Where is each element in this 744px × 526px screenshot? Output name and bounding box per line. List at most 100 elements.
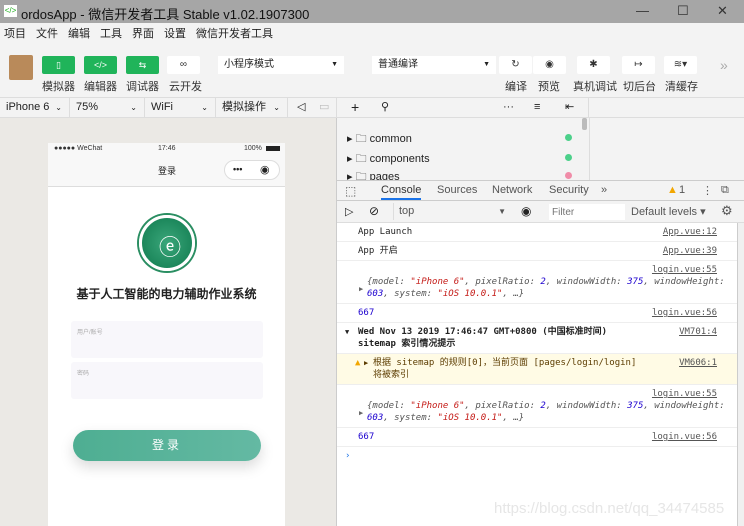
- source-link[interactable]: VM701:4: [679, 326, 717, 338]
- kebab-menu-icon[interactable]: ⋮: [702, 184, 713, 197]
- context-select[interactable]: top ▼: [393, 203, 508, 220]
- status-dot: [565, 172, 572, 179]
- source-link[interactable]: login.vue:55: [652, 388, 717, 400]
- status-bar: ●●●●● WeChat 17:46 100%: [48, 143, 285, 155]
- network-select[interactable]: WiFi ⌄: [145, 98, 216, 117]
- app-logo-icon: </>: [4, 5, 17, 17]
- cloud-button[interactable]: ∞: [167, 56, 200, 74]
- mode-select[interactable]: 小程序模式 ▼: [218, 56, 344, 74]
- maximize-icon[interactable]: ☐: [677, 3, 689, 19]
- search-icon[interactable]: ⚲: [375, 98, 405, 117]
- simulator-panel: ●●●●● WeChat 17:46 100% 登录 ••• ◉ ⓔ 基于人工智…: [0, 118, 337, 526]
- collapse-icon[interactable]: ≡: [528, 98, 553, 117]
- layers-icon[interactable]: ≋▾: [664, 56, 697, 74]
- source-link[interactable]: App.vue:12: [663, 226, 717, 238]
- preview-label: 预览: [538, 81, 560, 93]
- app-title: 基于人工智能的电力辅助作业系统: [76, 287, 257, 301]
- devtools-tabs: ⬚ Console Sources Network Security » ▲ 1…: [337, 180, 744, 201]
- more-icon[interactable]: ···: [497, 98, 522, 117]
- operation-select[interactable]: 模拟操作 ⌄: [216, 98, 288, 117]
- eye-icon[interactable]: ◉: [533, 56, 566, 74]
- log-row: App 开启 App.vue:39: [337, 242, 737, 261]
- menu-file[interactable]: 文件: [36, 23, 58, 45]
- background-icon[interactable]: ↦: [622, 56, 655, 74]
- compile-mode-select[interactable]: 普通编译 ▼: [372, 56, 496, 74]
- levels-select[interactable]: Default levels ▾: [631, 205, 706, 218]
- window-icon[interactable]: ▭: [313, 98, 337, 117]
- status-dot: [565, 154, 572, 161]
- warning-count[interactable]: 1: [679, 184, 685, 196]
- login-button[interactable]: 登录: [73, 430, 261, 461]
- eye-icon[interactable]: ◉: [521, 204, 531, 218]
- warning-icon[interactable]: ▲: [667, 184, 678, 196]
- log-row: 667 login.vue:56: [337, 304, 737, 323]
- avatar[interactable]: [9, 55, 33, 80]
- refresh-icon[interactable]: ↻: [499, 56, 532, 74]
- password-input[interactable]: 密码: [71, 362, 263, 399]
- scrollbar[interactable]: [582, 118, 587, 130]
- settings-gear-icon[interactable]: ⚙: [721, 203, 733, 219]
- sidebar-toggle-icon[interactable]: ▷: [345, 205, 353, 218]
- more-tabs-icon[interactable]: »: [601, 184, 607, 196]
- log-group[interactable]: ▼ Wed Nov 13 2019 17:46:47 GMT+0800 (中国标准…: [337, 323, 737, 354]
- tab-security[interactable]: Security: [549, 184, 589, 196]
- scrollbar[interactable]: [737, 223, 744, 526]
- source-link[interactable]: login.vue:56: [652, 431, 717, 443]
- volume-icon[interactable]: ◁: [291, 98, 313, 117]
- zoom-select[interactable]: 75% ⌄: [70, 98, 145, 117]
- capsule-menu[interactable]: ••• ◉: [224, 160, 280, 180]
- source-link[interactable]: login.vue:55: [652, 264, 717, 276]
- log-row: App Launch App.vue:12: [337, 223, 737, 242]
- battery: 100%: [244, 145, 262, 152]
- menu-bar: 项目 文件 编辑 工具 界面 设置 微信开发者工具: [0, 23, 744, 45]
- editor-button[interactable]: </>: [84, 56, 117, 74]
- device-select[interactable]: iPhone 6 ⌄: [0, 98, 70, 117]
- source-link[interactable]: App.vue:39: [663, 245, 717, 257]
- inspect-icon[interactable]: ⬚: [345, 184, 356, 198]
- console-log: App Launch App.vue:12 App 开启 App.vue:39 lo…: [337, 223, 737, 526]
- more-icon[interactable]: •••: [233, 164, 242, 174]
- close-icon[interactable]: ✕: [717, 3, 728, 19]
- log-row-object[interactable]: login.vue:55 ▶ {model: "iPhone 6", pixelRa…: [337, 385, 737, 428]
- title-bar: </> ordosApp - 微信开发者工具 Stable v1.02.1907…: [0, 0, 744, 23]
- menu-settings[interactable]: 设置: [164, 23, 186, 45]
- tree-item-components[interactable]: ▸ 🗀 components: [347, 150, 430, 169]
- undock-icon[interactable]: ⧉: [721, 184, 729, 197]
- toolbar: ▯ 模拟器 </> 编辑器 ⇆ 调试器 ∞ 云开发 小程序模式 ▼ 普通编译 ▼ ↻ 编译 ◉…: [0, 45, 744, 97]
- tab-console[interactable]: Console: [381, 184, 422, 200]
- bug-icon[interactable]: ✱: [577, 56, 610, 74]
- source-link[interactable]: login.vue:56: [652, 307, 717, 319]
- menu-view[interactable]: 界面: [132, 23, 154, 45]
- console-toolbar: ▷ ⊘ top▼ ◉ Default levels ▾ ⚙: [337, 201, 744, 223]
- time: 17:46: [158, 145, 176, 152]
- menu-edit[interactable]: 编辑: [68, 23, 90, 45]
- nav-title: 登录: [158, 166, 177, 176]
- menu-tools[interactable]: 工具: [100, 23, 122, 45]
- carrier: ●●●●● WeChat: [54, 145, 103, 152]
- battery-icon: [266, 146, 280, 151]
- warning-icon: ▲: [355, 358, 361, 368]
- filter-input[interactable]: [549, 204, 625, 220]
- menu-devtools[interactable]: 微信开发者工具: [196, 23, 273, 45]
- cloud-label: 云开发: [169, 81, 202, 93]
- console-prompt[interactable]: ›: [337, 447, 737, 465]
- tab-network[interactable]: Network: [492, 184, 532, 196]
- tree-item-pages[interactable]: ▸ 🗀 pages: [347, 168, 400, 180]
- username-input[interactable]: 用户/账号: [71, 321, 263, 358]
- log-row-object[interactable]: login.vue:55 ▶ {model: "iPhone 6", pixelRa…: [337, 261, 737, 304]
- clear-console-icon[interactable]: ⊘: [369, 204, 379, 218]
- source-link[interactable]: VM606:1: [679, 357, 717, 369]
- file-tree: ▸ 🗀 common ▸ 🗀 components ▸ 🗀 pages: [337, 118, 744, 180]
- minimize-icon[interactable]: —: [636, 3, 649, 18]
- tab-sources[interactable]: Sources: [437, 184, 477, 196]
- menu-project[interactable]: 项目: [4, 23, 26, 45]
- add-icon[interactable]: +: [345, 98, 375, 117]
- split-icon[interactable]: ⇤: [559, 98, 589, 117]
- more-chevron-icon[interactable]: »: [720, 57, 728, 73]
- window-title: ordosApp - 微信开发者工具 Stable v1.02.1907300: [21, 7, 310, 22]
- warning-row: ▲ ▶ 根据 sitemap 的规则[0]，当前页面 [pages/login/lo…: [337, 354, 737, 385]
- simulator-button[interactable]: ▯: [42, 56, 75, 74]
- tree-item-common[interactable]: ▸ 🗀 common: [347, 130, 412, 149]
- close-target-icon[interactable]: ◉: [260, 163, 270, 176]
- debugger-button[interactable]: ⇆: [126, 56, 159, 74]
